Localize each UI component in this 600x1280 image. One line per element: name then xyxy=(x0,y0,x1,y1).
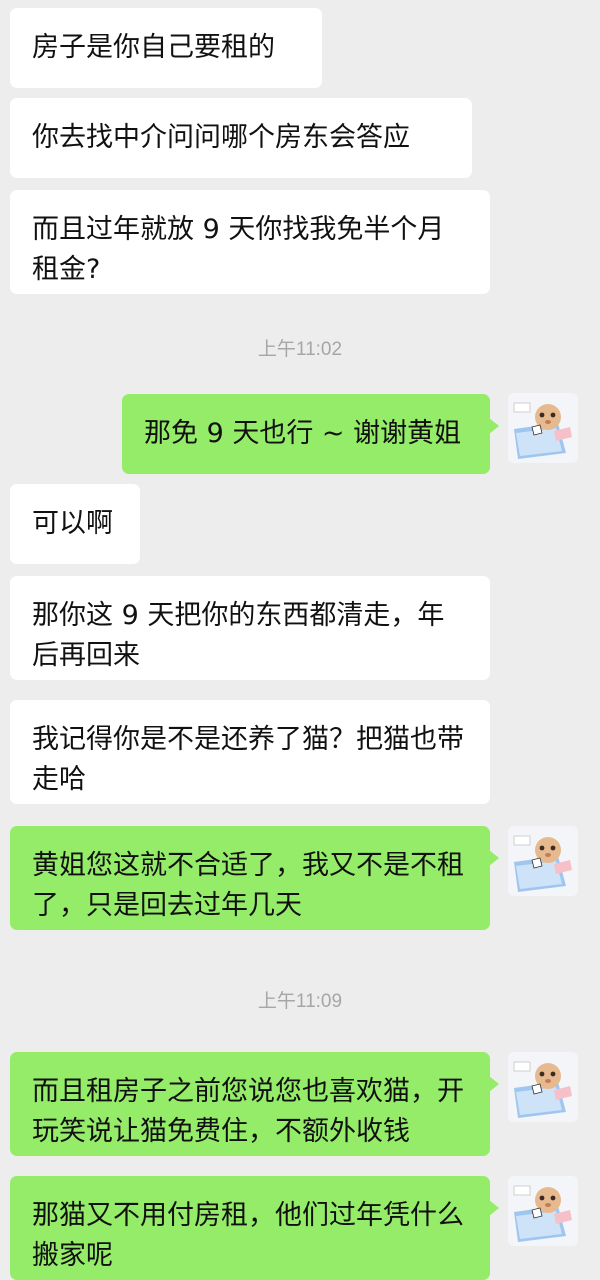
timestamp: 上午11:02 xyxy=(257,339,343,360)
message-text: 房子是你自己要租的 xyxy=(32,32,275,63)
message-text: 而且过年就放 9 天你找我免半个月租金? xyxy=(32,214,445,285)
avatar[interactable] xyxy=(508,1176,578,1246)
cartoon-character-icon xyxy=(508,1176,578,1246)
message-outgoing[interactable]: 而且租房子之前您说您也喜欢猫，开玩笑说让猫免费住，不额外收钱 xyxy=(10,1052,499,1156)
message-outgoing[interactable]: 那免 9 天也行 ~ 谢谢黄姐 xyxy=(122,394,499,474)
cartoon-character-icon xyxy=(508,393,578,463)
message-text: 那你这 9 天把你的东西都清走，年后再回来 xyxy=(32,600,445,671)
avatar[interactable] xyxy=(508,826,578,896)
message-text: 那猫又不用付房租，他们过年凭什么搬家呢 xyxy=(32,1200,464,1271)
message-incoming[interactable]: 你去找中介问问哪个房东会答应 xyxy=(10,98,472,178)
chat-conversation: 房子是你自己要租的 你去找中介问问哪个房东会答应 而且过年就放 9 天你找我免半… xyxy=(0,0,600,1280)
message-text: 而且租房子之前您说您也喜欢猫，开玩笑说让猫免费住，不额外收钱 xyxy=(32,1076,464,1147)
message-incoming[interactable]: 我记得你是不是还养了猫？把猫也带走哈 xyxy=(10,700,490,804)
cartoon-character-icon xyxy=(508,1052,578,1122)
message-incoming[interactable]: 房子是你自己要租的 xyxy=(10,8,322,88)
message-text: 你去找中介问问哪个房东会答应 xyxy=(32,122,410,153)
timestamp: 上午11:09 xyxy=(257,991,343,1012)
message-incoming[interactable]: 可以啊 xyxy=(10,484,140,564)
cartoon-character-icon xyxy=(508,826,578,896)
avatar[interactable] xyxy=(508,1052,578,1122)
message-text: 那免 9 天也行 ~ 谢谢黄姐 xyxy=(144,418,462,449)
message-text: 可以啊 xyxy=(32,508,113,539)
message-incoming[interactable]: 那你这 9 天把你的东西都清走，年后再回来 xyxy=(10,576,490,680)
message-outgoing[interactable]: 黄姐您这就不合适了，我又不是不租了，只是回去过年几天 xyxy=(10,826,499,930)
message-incoming[interactable]: 而且过年就放 9 天你找我免半个月租金? xyxy=(10,190,490,294)
avatar[interactable] xyxy=(508,393,578,463)
message-text: 我记得你是不是还养了猫？把猫也带走哈 xyxy=(32,724,464,795)
message-outgoing[interactable]: 那猫又不用付房租，他们过年凭什么搬家呢 xyxy=(10,1176,499,1280)
message-text: 黄姐您这就不合适了，我又不是不租了，只是回去过年几天 xyxy=(32,850,464,921)
